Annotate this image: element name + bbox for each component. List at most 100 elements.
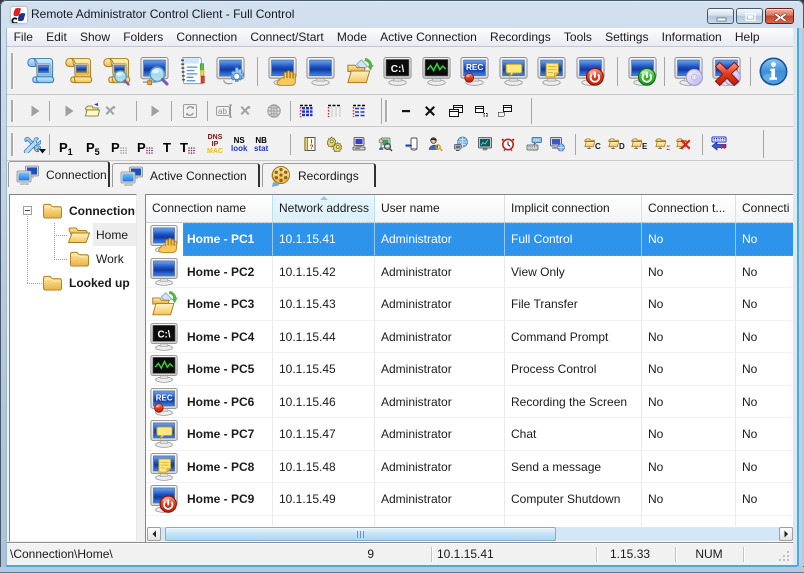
toolbar-dns-ip-mac-button[interactable]: DNSIPMAC [207,134,223,155]
table-row-pc5[interactable]: Home - PC5 10.1.15.45 Administrator Proc… [146,353,793,386]
toolbar-power-on-button[interactable] [627,56,658,87]
menu-tools[interactable]: Tools [557,28,598,46]
toolbar-grip[interactable] [385,100,387,122]
toolbar-tile-vertical-button[interactable] [497,103,513,119]
table-row-pc2[interactable]: Home - PC2 10.1.15.42 Administrator View… [146,256,793,289]
toolbar-information-button[interactable] [758,56,789,87]
toolbar-grip[interactable] [11,133,13,156]
toolbar-connect-button[interactable] [27,103,43,119]
toolbar-protocol-5-button[interactable]: P5 [86,140,100,157]
scroll-left-button[interactable] [147,527,161,541]
toolbar-tools-dropdown-button[interactable] [23,135,41,153]
toolbar-refresh-button[interactable] [182,103,198,119]
toolbar-scheduler-button[interactable] [500,136,516,152]
toolbar-file-transfer-button[interactable] [344,56,375,87]
toolbar-full-control-button[interactable] [267,56,298,87]
toolbar-install-button[interactable] [673,56,704,87]
toolbar-trace-grid-button[interactable]: T [180,140,196,155]
tree-node-work[interactable]: Work [96,252,124,266]
toolbar-remote-web-button[interactable] [549,136,565,152]
maximize-restore-button[interactable] [736,8,763,24]
tree-node-connection[interactable]: Connection [69,204,135,218]
scroll-right-button[interactable] [779,527,793,541]
menu-active-connection[interactable]: Active Connection [374,28,484,46]
toolbar-trace-button[interactable]: T [163,140,171,155]
table-row-pc1[interactable]: Home - PC1 10.1.15.41 Administrator Full… [146,223,793,256]
toolbar-grip[interactable] [11,53,13,89]
column-header-connection-name[interactable]: Connection name [146,195,273,222]
toolbar-computer-button[interactable] [351,136,367,152]
toolbar-tile-horizontal-button[interactable] [473,103,489,119]
toolbar-record-screen-button[interactable] [459,56,490,87]
toolbar-minimize-window-button[interactable] [398,103,414,119]
table-row-pc3[interactable]: Home - PC3 10.1.15.43 Administrator File… [146,288,793,321]
toolbar-delete-item-button[interactable] [102,103,118,119]
tab-connection[interactable]: Connection [8,161,110,187]
menu-connection[interactable]: Connection [170,28,244,46]
resize-grip[interactable] [778,550,790,562]
toolbar-share-e-button[interactable]: E [630,136,645,151]
table-row-pc4[interactable]: Home - PC4 10.1.15.44 Administrator Comm… [146,321,793,354]
tab-active-connection[interactable]: Active Connection [112,163,260,187]
toolbar-command-prompt-button[interactable] [382,56,413,87]
menu-recordings[interactable]: Recordings [483,28,557,46]
toolbar-search-network-button[interactable] [139,56,170,87]
toolbar-nbstat-button[interactable]: NBstat [254,137,268,152]
tab-recordings[interactable]: Recordings [262,163,376,187]
close-button[interactable] [765,8,794,24]
tree-node-looked-up[interactable]: Looked up [69,276,130,290]
minimize-button[interactable] [707,8,734,24]
menu-file[interactable]: File [7,28,40,46]
column-header-network-address[interactable]: Network address [272,195,375,222]
toolbar-share-c-button[interactable]: C [583,136,598,151]
toolbar-table-rows-button[interactable] [351,103,367,119]
toolbar-chat-button[interactable] [498,56,529,87]
toolbar-delete-button[interactable] [237,103,253,119]
scrollbar-thumb[interactable] [165,527,556,541]
toolbar-uninstall-button[interactable] [711,56,742,87]
toolbar-shutdown-button[interactable] [575,56,606,87]
toolbar-view-only-button[interactable] [305,56,336,87]
toolbar-share-disconnect-button[interactable] [675,136,690,151]
toolbar-help-book-button[interactable] [302,136,318,152]
toolbar-remote-screen-button[interactable] [477,136,493,152]
toolbar-network-button[interactable] [453,136,469,152]
toolbar-services-button[interactable] [327,136,343,152]
menu-connect-start[interactable]: Connect/Start [244,28,331,46]
horizontal-scrollbar[interactable] [147,527,793,541]
toolbar-ping-grid-color-button[interactable]: P [137,140,154,155]
column-header-connection-t[interactable]: Connection t... [642,195,736,222]
toolbar-start-button[interactable] [61,103,77,119]
menu-edit[interactable]: Edit [40,28,74,46]
toolbar-send-message-button[interactable] [536,56,567,87]
toolbar-run-button[interactable] [147,103,163,119]
tree-collapse-toggle[interactable] [23,206,32,215]
toolbar-table-columns-button[interactable] [326,103,342,119]
toolbar-connection-log-button[interactable] [177,56,208,87]
column-header-connecti[interactable]: Connecti [736,195,793,222]
column-header-implicit-connection[interactable]: Implicit connection [505,195,642,222]
toolbar-close-window-button[interactable] [422,103,438,119]
toolbar-share-d-button[interactable]: D [607,136,622,151]
toolbar-web-button[interactable] [266,103,282,119]
toolbar-find-user-button[interactable] [377,136,393,152]
toolbar-nslookup-button[interactable]: NSlook [231,137,247,152]
toolbar-table-full-button[interactable] [298,103,314,119]
table-row-pc7[interactable]: Home - PC7 10.1.15.47 Administrator Chat… [146,418,793,451]
toolbar-protocol-1-button[interactable]: P1 [59,140,73,157]
toolbar-remote-install-button[interactable] [404,136,420,152]
toolbar-user-access-button[interactable] [427,136,443,152]
toolbar-grip[interactable] [11,100,13,122]
menu-help[interactable]: Help [728,28,766,46]
toolbar-new-connection-button[interactable] [24,56,55,87]
menu-mode[interactable]: Mode [330,28,373,46]
toolbar-ping-grid-button[interactable]: P [111,140,128,155]
menu-folders[interactable]: Folders [117,28,170,46]
toolbar-process-control-button[interactable] [421,56,452,87]
toolbar-rename-button[interactable] [216,103,232,119]
menu-settings[interactable]: Settings [599,28,656,46]
toolbar-edit-connection-button[interactable] [62,56,93,87]
menu-show[interactable]: Show [73,28,116,46]
toolbar-remote-input-button[interactable] [710,135,728,151]
tree-node-home[interactable]: Home [96,228,128,242]
